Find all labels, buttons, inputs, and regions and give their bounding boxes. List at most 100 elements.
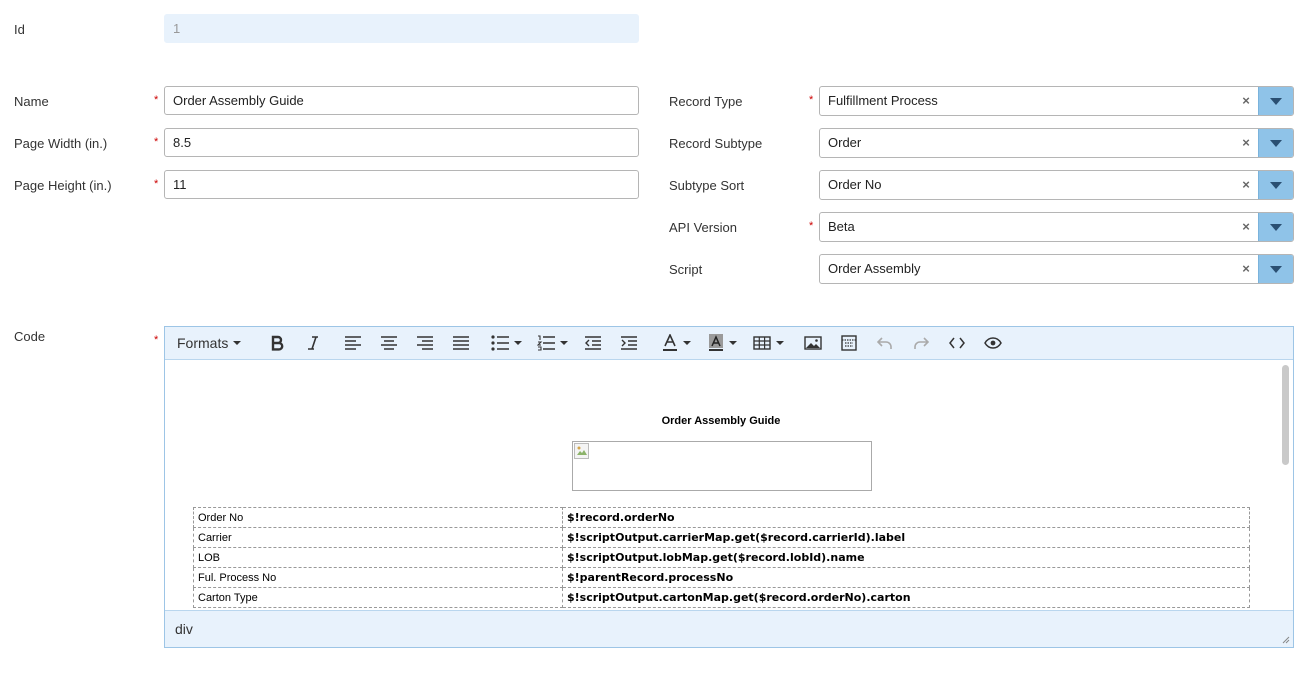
align-center-button[interactable]: [371, 330, 407, 356]
table-icon: [753, 336, 771, 350]
outdent-icon: [585, 336, 602, 350]
code-icon: [949, 337, 966, 349]
dropdown-toggle[interactable]: [1258, 87, 1293, 115]
api-version-select[interactable]: Beta ×: [819, 212, 1294, 242]
dropdown-toggle[interactable]: [1258, 213, 1293, 241]
table-row: Carrier $!scriptOutput.carrierMap.get($re…: [193, 527, 1250, 548]
bold-button[interactable]: [259, 330, 295, 356]
bold-icon: [272, 335, 284, 351]
dropdown-toggle[interactable]: [1258, 171, 1293, 199]
chevron-down-icon: [513, 341, 522, 345]
table-row: Order No $!record.orderNo: [193, 507, 1250, 528]
numbered-list-button[interactable]: [529, 330, 575, 356]
row-value: $!scriptOutput.lobMap.get($record.lobId)…: [562, 547, 1250, 568]
document-title: Order Assembly Guide: [661, 415, 781, 427]
page-height-label: Page Height (in.): [14, 178, 112, 193]
bullet-list-icon: [491, 335, 509, 351]
align-center-icon: [381, 336, 398, 350]
redo-button[interactable]: [903, 330, 939, 356]
chevron-down-icon: [1270, 265, 1282, 273]
record-type-label: Record Type: [669, 94, 743, 109]
clear-icon[interactable]: ×: [1234, 129, 1258, 157]
row-value: $!scriptOutput.carrierMap.get($record.ca…: [562, 527, 1250, 548]
element-path[interactable]: div: [175, 621, 193, 637]
dropdown-toggle[interactable]: [1258, 129, 1293, 157]
chevron-down-icon: [559, 341, 568, 345]
subtype-sort-select[interactable]: Order No ×: [819, 170, 1294, 200]
formats-menu[interactable]: Formats: [171, 330, 247, 356]
table-row: LOB $!scriptOutput.lobMap.get($record.lob…: [193, 547, 1250, 568]
eye-icon: [984, 337, 1003, 349]
editor-statusbar: div: [165, 610, 1293, 647]
redo-icon: [914, 337, 930, 349]
template-button[interactable]: [831, 330, 867, 356]
undo-icon: [877, 337, 893, 349]
page-width-label: Page Width (in.): [14, 136, 108, 151]
clear-icon[interactable]: ×: [1234, 255, 1258, 283]
image-icon: [804, 336, 823, 350]
justify-button[interactable]: [443, 330, 479, 356]
outdent-button[interactable]: [575, 330, 611, 356]
background-color-button[interactable]: [699, 330, 745, 356]
chevron-down-icon: [233, 341, 242, 345]
id-field: 1: [164, 14, 639, 43]
scrollbar-thumb[interactable]: [1282, 365, 1289, 465]
row-label: LOB: [193, 547, 563, 568]
page-height-field[interactable]: 11: [164, 170, 639, 199]
code-editor[interactable]: Formats Order Assembly Guide Order No $!…: [164, 326, 1294, 648]
preview-button[interactable]: [975, 330, 1011, 356]
broken-image-icon: [574, 443, 589, 459]
formats-label: Formats: [177, 335, 229, 351]
align-left-icon: [345, 336, 362, 350]
row-label: Carton Type: [193, 587, 563, 608]
align-right-button[interactable]: [407, 330, 443, 356]
row-value: $!record.orderNo: [562, 507, 1250, 528]
page-height-required-mark: *: [154, 178, 159, 190]
record-subtype-select[interactable]: Order ×: [819, 128, 1294, 158]
page-width-field[interactable]: 8.5: [164, 128, 639, 157]
table-button[interactable]: [745, 330, 791, 356]
align-justify-icon: [453, 336, 470, 350]
chevron-down-icon: [728, 341, 737, 345]
italic-button[interactable]: [295, 330, 331, 356]
bullet-list-button[interactable]: [483, 330, 529, 356]
document-table: Order No $!record.orderNo Carrier $!scriptO…: [193, 507, 1250, 608]
chevron-down-icon: [775, 341, 784, 345]
undo-button[interactable]: [867, 330, 903, 356]
editor-content[interactable]: Order Assembly Guide Order No $!record.or…: [165, 361, 1277, 610]
dropdown-toggle[interactable]: [1258, 255, 1293, 283]
text-color-icon: [662, 334, 677, 351]
clear-icon[interactable]: ×: [1234, 171, 1258, 199]
script-select[interactable]: Order Assembly ×: [819, 254, 1294, 284]
script-value: Order Assembly: [828, 261, 921, 276]
align-right-icon: [417, 336, 434, 350]
indent-button[interactable]: [611, 330, 647, 356]
record-type-select[interactable]: Fulfillment Process ×: [819, 86, 1294, 116]
editor-scrollbar[interactable]: [1277, 361, 1293, 610]
id-label: Id: [14, 22, 25, 37]
code-required-mark: *: [154, 334, 159, 346]
text-color-button[interactable]: [653, 330, 699, 356]
row-label: Ful. Process No: [193, 567, 563, 588]
align-left-button[interactable]: [335, 330, 371, 356]
source-code-button[interactable]: [939, 330, 975, 356]
chevron-down-icon: [1270, 223, 1282, 231]
subtype-sort-label: Subtype Sort: [669, 178, 745, 193]
clear-icon[interactable]: ×: [1234, 213, 1258, 241]
row-value: $!scriptOutput.cartonMap.get($record.ord…: [562, 587, 1250, 608]
row-label: Carrier: [193, 527, 563, 548]
insert-image-button[interactable]: [795, 330, 831, 356]
record-type-value: Fulfillment Process: [828, 93, 938, 108]
record-subtype-label: Record Subtype: [669, 136, 763, 151]
row-label: Order No: [193, 507, 563, 528]
api-version-label: API Version: [669, 220, 737, 235]
api-version-value: Beta: [828, 219, 855, 234]
chevron-down-icon: [682, 341, 691, 345]
page-width-required-mark: *: [154, 136, 159, 148]
name-field[interactable]: Order Assembly Guide: [164, 86, 639, 115]
record-subtype-value: Order: [828, 135, 862, 150]
indent-icon: [621, 336, 638, 350]
chevron-down-icon: [1270, 139, 1282, 147]
clear-icon[interactable]: ×: [1234, 87, 1258, 115]
resize-handle-icon[interactable]: [1282, 636, 1290, 644]
